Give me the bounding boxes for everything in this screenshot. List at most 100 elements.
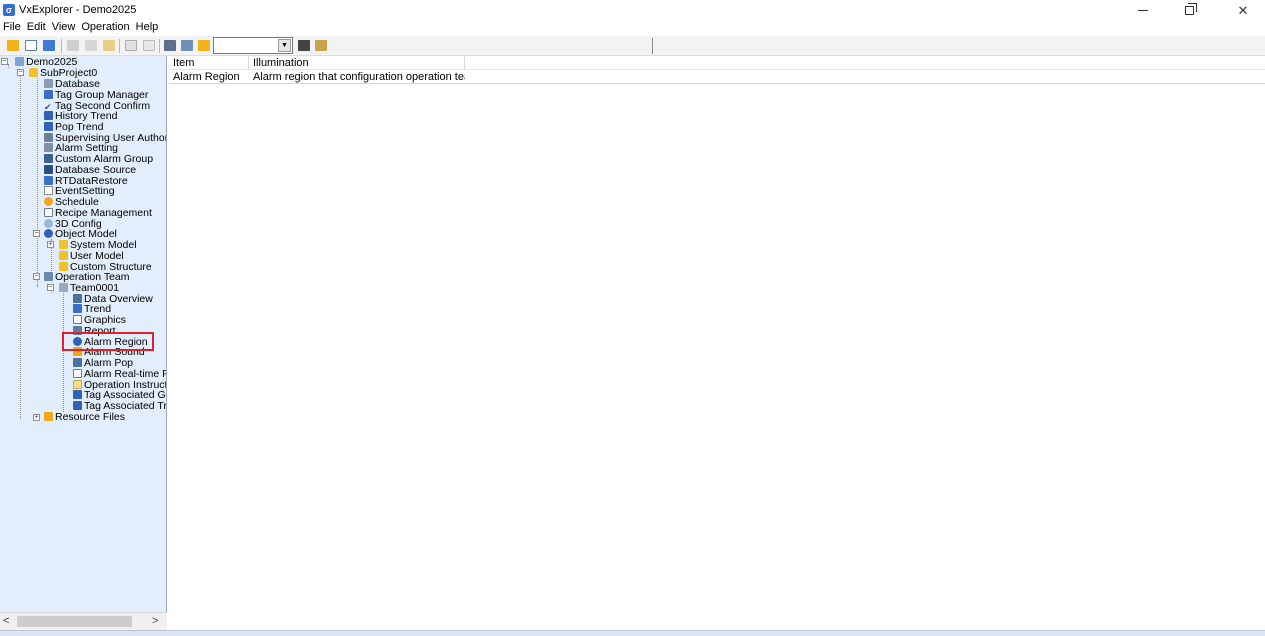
chevron-down-icon[interactable]: ▼ [278, 39, 291, 52]
tag-group-icon [44, 90, 53, 99]
copy-button[interactable] [83, 38, 99, 53]
properties-button[interactable] [313, 38, 329, 53]
paste-icon [103, 40, 115, 51]
paste-button[interactable] [101, 38, 117, 53]
toolbar-combo[interactable]: ▼ [213, 37, 293, 54]
open-icon [25, 40, 37, 51]
app-icon: σ [3, 4, 15, 16]
delete-icon [143, 40, 155, 51]
folder-icon [29, 68, 38, 77]
status-bar [0, 630, 1265, 636]
restore-icon [44, 176, 53, 185]
monitor-icon [181, 40, 193, 51]
project-tree: − − − + − − + Demo2025 SubProject0 Datab… [0, 56, 167, 630]
scroll-right-icon[interactable]: > [152, 615, 164, 628]
cell-illumination: Alarm region that configuration operatio… [253, 71, 465, 83]
menu-help[interactable]: Help [133, 21, 162, 36]
binoculars-icon [298, 40, 310, 51]
save-icon [43, 40, 55, 51]
tree-item-resource-files[interactable]: Resource Files [44, 412, 125, 423]
resource-icon [44, 412, 53, 421]
copy-icon [85, 40, 97, 51]
minimize-button[interactable] [1120, 0, 1166, 21]
restore-button[interactable] [1166, 0, 1212, 21]
collapse-team0001-toggle[interactable]: − [47, 284, 54, 291]
event-icon [44, 186, 53, 195]
minimize-icon [1138, 10, 1148, 11]
selection-highlight [62, 332, 154, 351]
detail-list: Item Illumination Alarm Region Alarm reg… [169, 56, 1265, 630]
expand-system-model-toggle[interactable]: + [47, 241, 54, 248]
cell-item: Alarm Region [173, 71, 240, 83]
title-bar: σ VxExplorer - Demo2025 ✕ [0, 0, 1265, 21]
save-button[interactable] [41, 38, 57, 53]
menu-edit[interactable]: Edit [24, 21, 49, 36]
project-icon [15, 57, 24, 66]
expand-resource-files-toggle[interactable]: + [33, 414, 40, 421]
delete-button[interactable] [141, 38, 157, 53]
close-icon: ✕ [1237, 2, 1249, 18]
network-button[interactable] [162, 38, 178, 53]
toolbar-separator [119, 39, 120, 53]
folder-icon [59, 240, 68, 249]
network-icon [164, 40, 176, 51]
window-title: VxExplorer - Demo2025 [19, 4, 137, 16]
folder-icon [198, 40, 210, 51]
data-overview-icon [73, 294, 82, 303]
collapse-demo2025-toggle[interactable]: − [1, 58, 8, 65]
add-button[interactable] [123, 38, 139, 53]
find-button[interactable] [296, 38, 312, 53]
pop-trend-icon [44, 122, 53, 131]
column-header-illumination[interactable]: Illumination [249, 56, 465, 70]
recipe-icon [44, 208, 53, 217]
tag-graphics-icon [73, 390, 82, 399]
collapse-object-model-toggle[interactable]: − [33, 230, 40, 237]
schedule-icon [44, 197, 53, 206]
alarm-group-icon [44, 154, 53, 163]
3d-icon [44, 219, 53, 228]
toolbar-separator [61, 39, 62, 53]
list-header: Item Illumination [169, 56, 1265, 70]
cut-button[interactable] [65, 38, 81, 53]
tree-horizontal-scrollbar[interactable]: < > [0, 612, 167, 630]
open-button[interactable] [23, 38, 39, 53]
new-project-button[interactable] [5, 38, 21, 53]
folder-button[interactable] [196, 38, 212, 53]
instruction-icon [73, 380, 82, 389]
object-model-icon [44, 229, 53, 238]
properties-icon [315, 40, 327, 51]
database-icon [44, 79, 53, 88]
alarm-setting-icon [44, 143, 53, 152]
database-source-icon [44, 165, 53, 174]
restore-icon [1184, 3, 1197, 15]
scrollbar-thumb[interactable] [17, 616, 132, 627]
collapse-subproject0-toggle[interactable]: − [17, 69, 24, 76]
menu-view[interactable]: View [49, 21, 79, 36]
operation-team-icon [44, 272, 53, 281]
alarm-realtime-icon [73, 369, 82, 378]
menu-bar: File Edit View Operation Help [0, 21, 161, 36]
folder-icon [59, 262, 68, 271]
column-header-item[interactable]: Item [169, 56, 249, 70]
tag-trend-icon [73, 401, 82, 410]
cut-icon [67, 40, 79, 51]
table-row[interactable]: Alarm Region Alarm region that configura… [169, 71, 1265, 84]
toolbar: ▼ [0, 36, 1265, 56]
menu-file[interactable]: File [0, 21, 24, 36]
collapse-operation-team-toggle[interactable]: − [33, 273, 40, 280]
user-authority-icon [44, 133, 53, 142]
alarm-pop-icon [73, 358, 82, 367]
toolbar-divider [652, 38, 653, 54]
history-trend-icon [44, 111, 53, 120]
add-icon [125, 40, 137, 51]
trend-icon [73, 304, 82, 313]
new-project-icon [7, 40, 19, 51]
team-icon [59, 283, 68, 292]
menu-operation[interactable]: Operation [78, 21, 132, 36]
graphics-icon [73, 315, 82, 324]
monitor-button[interactable] [179, 38, 195, 53]
close-button[interactable]: ✕ [1220, 0, 1265, 21]
folder-icon [59, 251, 68, 260]
scroll-left-icon[interactable]: < [3, 615, 15, 628]
toolbar-separator [159, 39, 160, 53]
